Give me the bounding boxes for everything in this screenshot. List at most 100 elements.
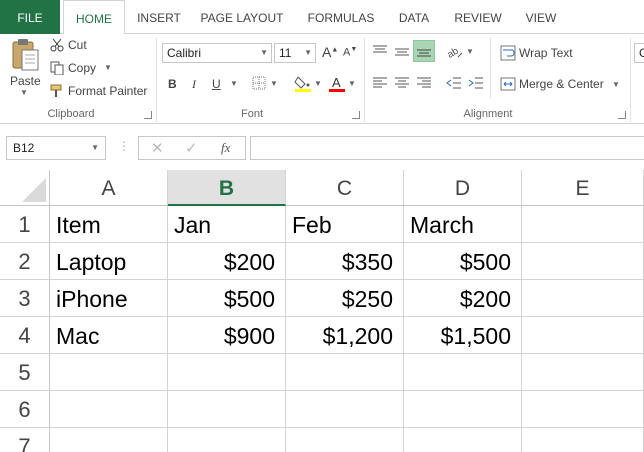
alignment-launcher-icon[interactable] xyxy=(618,111,626,119)
cell-b2[interactable]: $200 xyxy=(168,243,286,280)
shrink-font-button[interactable]: A▼ xyxy=(343,46,357,59)
fill-color-icon[interactable] xyxy=(294,74,312,97)
clipboard-launcher-icon[interactable] xyxy=(144,111,152,119)
row-header-2[interactable]: 2 xyxy=(0,243,50,280)
cell-e7[interactable] xyxy=(522,428,644,452)
cell-b5[interactable] xyxy=(168,354,286,391)
column-header-e[interactable]: E xyxy=(522,170,644,206)
orientation-dropdown-icon[interactable]: ▼ xyxy=(466,47,474,56)
align-right-icon[interactable] xyxy=(416,76,432,95)
cell-d5[interactable] xyxy=(404,354,522,391)
tab-view[interactable]: VIEW xyxy=(518,0,564,34)
grow-font-button[interactable]: A▲ xyxy=(322,44,338,60)
copy-button[interactable]: Copy xyxy=(68,61,96,75)
tab-data[interactable]: DATA xyxy=(390,0,438,34)
column-header-a[interactable]: A xyxy=(50,170,168,206)
font-color-dropdown-icon[interactable]: ▼ xyxy=(348,79,356,88)
cell-d1[interactable]: March xyxy=(404,206,522,243)
cell-e2[interactable] xyxy=(522,243,644,280)
underline-button[interactable]: U xyxy=(212,77,221,91)
cell-b7[interactable] xyxy=(168,428,286,452)
cell-d4[interactable]: $1,500 xyxy=(404,317,522,354)
cell-a5[interactable] xyxy=(50,354,168,391)
paste-dropdown-icon[interactable]: ▼ xyxy=(20,88,28,97)
column-header-c[interactable]: C xyxy=(286,170,404,206)
cut-button[interactable]: Cut xyxy=(68,38,87,52)
row-header-5[interactable]: 5 xyxy=(0,354,50,391)
cell-c3[interactable]: $250 xyxy=(286,280,404,317)
borders-dropdown-icon[interactable]: ▼ xyxy=(270,79,278,88)
merge-center-icon[interactable] xyxy=(500,77,516,96)
borders-icon[interactable] xyxy=(252,76,266,95)
increase-indent-icon[interactable] xyxy=(468,76,484,95)
row-header-3[interactable]: 3 xyxy=(0,280,50,317)
cell-a2[interactable]: Laptop xyxy=(50,243,168,280)
align-middle-icon[interactable] xyxy=(394,44,410,65)
name-box[interactable]: B12 ▼ xyxy=(6,136,106,160)
insert-function-icon[interactable]: fx xyxy=(221,140,230,156)
number-format-select[interactable]: G xyxy=(634,43,644,63)
bold-button[interactable]: B xyxy=(168,77,177,91)
font-size-select[interactable]: 11 ▼ xyxy=(274,43,316,63)
orientation-icon[interactable]: ab xyxy=(445,43,464,66)
paste-icon[interactable] xyxy=(10,38,40,77)
formula-input[interactable] xyxy=(250,136,644,160)
wrap-text-button[interactable]: Wrap Text xyxy=(519,46,573,60)
cell-a3[interactable]: iPhone xyxy=(50,280,168,317)
cell-e4[interactable] xyxy=(522,317,644,354)
cell-b4[interactable]: $900 xyxy=(168,317,286,354)
select-all-corner[interactable] xyxy=(0,170,50,206)
italic-button[interactable]: I xyxy=(192,77,196,92)
wrap-text-icon[interactable] xyxy=(500,45,516,66)
tab-review[interactable]: REVIEW xyxy=(448,0,508,34)
font-color-icon[interactable]: A xyxy=(328,74,346,97)
cell-d2[interactable]: $500 xyxy=(404,243,522,280)
format-painter-button[interactable]: Format Painter xyxy=(68,84,147,98)
column-header-d[interactable]: D xyxy=(404,170,522,206)
cell-a7[interactable] xyxy=(50,428,168,452)
cell-e3[interactable] xyxy=(522,280,644,317)
merge-center-button[interactable]: Merge & Center xyxy=(519,77,604,91)
cell-a1[interactable]: Item xyxy=(50,206,168,243)
cell-c5[interactable] xyxy=(286,354,404,391)
tab-page-layout[interactable]: PAGE LAYOUT xyxy=(194,0,290,34)
cell-c1[interactable]: Feb xyxy=(286,206,404,243)
align-center-icon[interactable] xyxy=(394,76,410,95)
merge-dropdown-icon[interactable]: ▼ xyxy=(612,80,620,89)
cell-b3[interactable]: $500 xyxy=(168,280,286,317)
cell-d7[interactable] xyxy=(404,428,522,452)
row-header-4[interactable]: 4 xyxy=(0,317,50,354)
copy-icon[interactable] xyxy=(50,61,64,80)
fill-color-dropdown-icon[interactable]: ▼ xyxy=(314,79,322,88)
align-bottom-icon[interactable] xyxy=(413,40,435,62)
copy-dropdown-icon[interactable]: ▼ xyxy=(104,63,112,72)
column-header-b[interactable]: B xyxy=(168,170,286,206)
cell-e6[interactable] xyxy=(522,391,644,428)
cell-c6[interactable] xyxy=(286,391,404,428)
tab-formulas[interactable]: FORMULAS xyxy=(300,0,382,34)
tab-file[interactable]: FILE xyxy=(0,0,60,34)
format-painter-icon[interactable] xyxy=(50,84,64,103)
row-header-6[interactable]: 6 xyxy=(0,391,50,428)
cell-d3[interactable]: $200 xyxy=(404,280,522,317)
paste-button[interactable]: Paste xyxy=(10,74,41,88)
row-header-1[interactable]: 1 xyxy=(0,206,50,243)
confirm-entry-icon[interactable]: ✓ xyxy=(185,139,198,157)
underline-dropdown-icon[interactable]: ▼ xyxy=(230,79,238,88)
cell-e5[interactable] xyxy=(522,354,644,391)
cancel-entry-icon[interactable]: ✕ xyxy=(151,139,164,157)
cell-d6[interactable] xyxy=(404,391,522,428)
align-left-icon[interactable] xyxy=(372,76,388,95)
tab-home[interactable]: HOME xyxy=(63,0,125,35)
row-header-7[interactable]: 7 xyxy=(0,428,50,452)
align-top-icon[interactable] xyxy=(372,44,388,65)
decrease-indent-icon[interactable] xyxy=(446,76,462,95)
cell-a6[interactable] xyxy=(50,391,168,428)
font-launcher-icon[interactable] xyxy=(352,111,360,119)
cell-c2[interactable]: $350 xyxy=(286,243,404,280)
cell-b1[interactable]: Jan xyxy=(168,206,286,243)
cell-c4[interactable]: $1,200 xyxy=(286,317,404,354)
cell-b6[interactable] xyxy=(168,391,286,428)
cut-icon[interactable] xyxy=(50,38,64,57)
cell-e1[interactable] xyxy=(522,206,644,243)
